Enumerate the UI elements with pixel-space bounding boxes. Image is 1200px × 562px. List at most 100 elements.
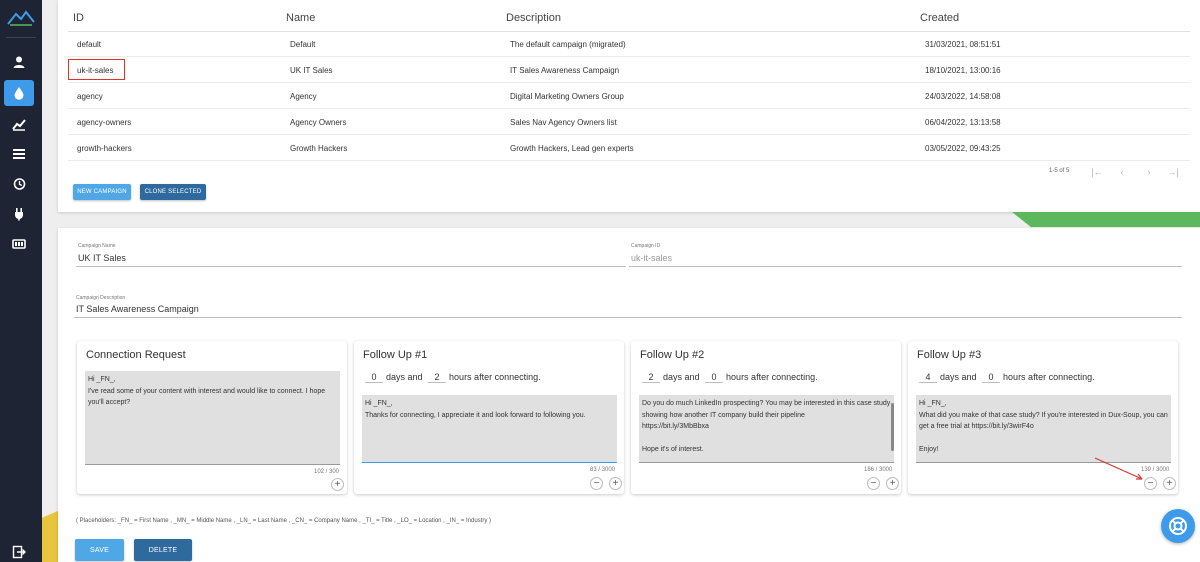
sidebar: [0, 0, 42, 562]
cell-description: Growth Hackers, Lead gen experts: [510, 144, 634, 153]
sidebar-item-profile[interactable]: [4, 49, 34, 75]
table-row-selected[interactable]: uk-it-sales UK IT Sales IT Sales Awarene…: [68, 57, 1190, 83]
delete-button[interactable]: DELETE: [134, 539, 192, 561]
list-icon: [13, 149, 25, 159]
char-count: 83 / 3000: [590, 467, 616, 473]
last-page-icon[interactable]: →|: [1167, 166, 1179, 178]
campaign-name-underline: [76, 266, 626, 267]
cell-description: Digital Marketing Owners Group: [510, 92, 624, 101]
placeholders-help: ( Placeholders: _FN_ = First Name , _MN_…: [76, 518, 492, 524]
days-text: days and: [940, 372, 977, 382]
sidebar-item-history[interactable]: [4, 171, 34, 197]
delay-row: 4 days and 0 hours after connecting.: [916, 372, 1095, 383]
app-logo[interactable]: [6, 6, 36, 28]
cell-id: default: [77, 40, 102, 49]
connection-message-textarea[interactable]: Hi _FN_, I've read some of your content …: [85, 371, 340, 465]
column-header-created[interactable]: Created: [920, 12, 959, 24]
cell-id: growth-hackers: [77, 144, 132, 153]
hours-input[interactable]: 2: [428, 372, 447, 383]
cell-description: Sales Nav Agency Owners list: [510, 118, 617, 127]
card-title: Follow Up #1: [363, 349, 428, 361]
sidebar-item-logout[interactable]: [4, 539, 34, 562]
plug-icon: [15, 208, 23, 221]
hours-text: hours after connecting.: [726, 372, 818, 382]
follow-up-3-message-textarea[interactable]: Hi _FN_, What did you make of that case …: [916, 395, 1171, 463]
sidebar-item-campaigns[interactable]: [4, 80, 34, 106]
connection-request-card: Connection Request Hi _FN_, I've read so…: [77, 341, 347, 494]
new-campaign-button[interactable]: NEW CAMPAIGN: [73, 184, 131, 200]
card-title: Follow Up #2: [640, 349, 705, 361]
campaign-id-field: uk-it-sales: [631, 253, 673, 263]
chart-icon: [12, 119, 26, 131]
sidebar-item-queue[interactable]: [4, 231, 34, 257]
hours-text: hours after connecting.: [1003, 372, 1095, 382]
campaign-description-label: Campaign Description: [76, 295, 126, 301]
sidebar-item-integrations[interactable]: [4, 201, 34, 227]
delay-row: 2 days and 0 hours after connecting.: [639, 372, 818, 383]
card-title: Follow Up #3: [917, 349, 982, 361]
column-header-name[interactable]: Name: [286, 12, 315, 24]
days-input[interactable]: 0: [365, 372, 383, 383]
hours-input[interactable]: 0: [982, 372, 1001, 383]
queue-icon: [12, 239, 26, 249]
days-input[interactable]: 2: [642, 372, 660, 383]
hours-text: hours after connecting.: [449, 372, 541, 382]
prev-page-icon[interactable]: ‹: [1116, 166, 1128, 178]
days-input[interactable]: 4: [919, 372, 937, 383]
table-row[interactable]: agency-owners Agency Owners Sales Nav Ag…: [68, 109, 1190, 135]
cell-name: Growth Hackers: [290, 144, 348, 153]
table-row[interactable]: agency Agency Digital Marketing Owners G…: [68, 83, 1190, 109]
card-title: Connection Request: [86, 349, 186, 361]
selected-id-highlight: [68, 59, 125, 80]
follow-up-1-message-textarea[interactable]: Hi _FN_, Thanks for connecting, I apprec…: [362, 395, 617, 463]
cell-created: 18/10/2021, 13:00:16: [925, 66, 1001, 75]
save-button[interactable]: SAVE: [75, 539, 124, 561]
next-page-icon[interactable]: ›: [1143, 166, 1155, 178]
cell-name: UK IT Sales: [290, 66, 333, 75]
days-text: days and: [663, 372, 700, 382]
campaign-description-underline: [74, 317, 1182, 318]
logout-icon: [12, 545, 26, 559]
char-count: 102 / 300: [314, 469, 340, 475]
table-row[interactable]: default Default The default campaign (mi…: [68, 31, 1190, 57]
campaign-name-input[interactable]: UK IT Sales: [78, 253, 126, 263]
cell-created: 06/04/2022, 13:13:58: [925, 118, 1001, 127]
textarea-scrollbar[interactable]: [891, 403, 894, 451]
annotation-arrow: [1094, 457, 1143, 480]
hours-input[interactable]: 0: [705, 372, 724, 383]
campaign-id-label: Campaign ID: [631, 243, 661, 249]
remove-button[interactable]: −: [590, 477, 603, 490]
add-button[interactable]: +: [886, 477, 899, 490]
lifebuoy-icon: [1169, 517, 1187, 535]
campaign-name-label: Campaign Name: [78, 243, 116, 249]
sidebar-item-stats[interactable]: [4, 111, 34, 137]
add-button[interactable]: +: [609, 477, 622, 490]
column-header-id[interactable]: ID: [73, 12, 84, 24]
follow-up-2-card: Follow Up #2 2 days and 0 hours after conn…: [631, 341, 901, 494]
follow-up-2-message-textarea[interactable]: Do you do much LinkedIn prospecting? You…: [639, 395, 894, 463]
delay-row: 0 days and 2 hours after connecting.: [362, 372, 541, 383]
campaigns-table-panel: ID Name Description Created default Defa…: [58, 0, 1200, 212]
cell-id: agency-owners: [77, 118, 132, 127]
char-count: 186 / 3000: [864, 467, 893, 473]
clone-selected-button[interactable]: CLONE SELECTED: [140, 184, 206, 200]
cell-created: 03/05/2022, 09:43:25: [925, 144, 1001, 153]
add-button[interactable]: +: [331, 478, 344, 491]
cell-id: agency: [77, 92, 103, 101]
help-button[interactable]: [1161, 509, 1195, 543]
cell-created: 24/03/2022, 14:58:08: [925, 92, 1001, 101]
first-page-icon[interactable]: |←: [1091, 166, 1103, 178]
cell-name: Default: [290, 40, 316, 49]
table-row[interactable]: growth-hackers Growth Hackers Growth Hac…: [68, 135, 1190, 161]
cell-description: The default campaign (migrated): [510, 40, 626, 49]
column-header-description[interactable]: Description: [506, 12, 561, 24]
sidebar-item-list[interactable]: [4, 141, 34, 167]
add-button[interactable]: +: [1163, 477, 1176, 490]
remove-button[interactable]: −: [867, 477, 880, 490]
drop-icon: [14, 87, 24, 100]
campaign-id-underline: [629, 266, 1182, 267]
campaign-description-input[interactable]: IT Sales Awareness Campaign: [76, 304, 199, 314]
cell-name: Agency: [290, 92, 317, 101]
campaign-editor-panel: Campaign Name UK IT Sales Campaign ID uk…: [58, 228, 1200, 562]
follow-up-1-card: Follow Up #1 0 days and 2 hours after conn…: [354, 341, 624, 494]
